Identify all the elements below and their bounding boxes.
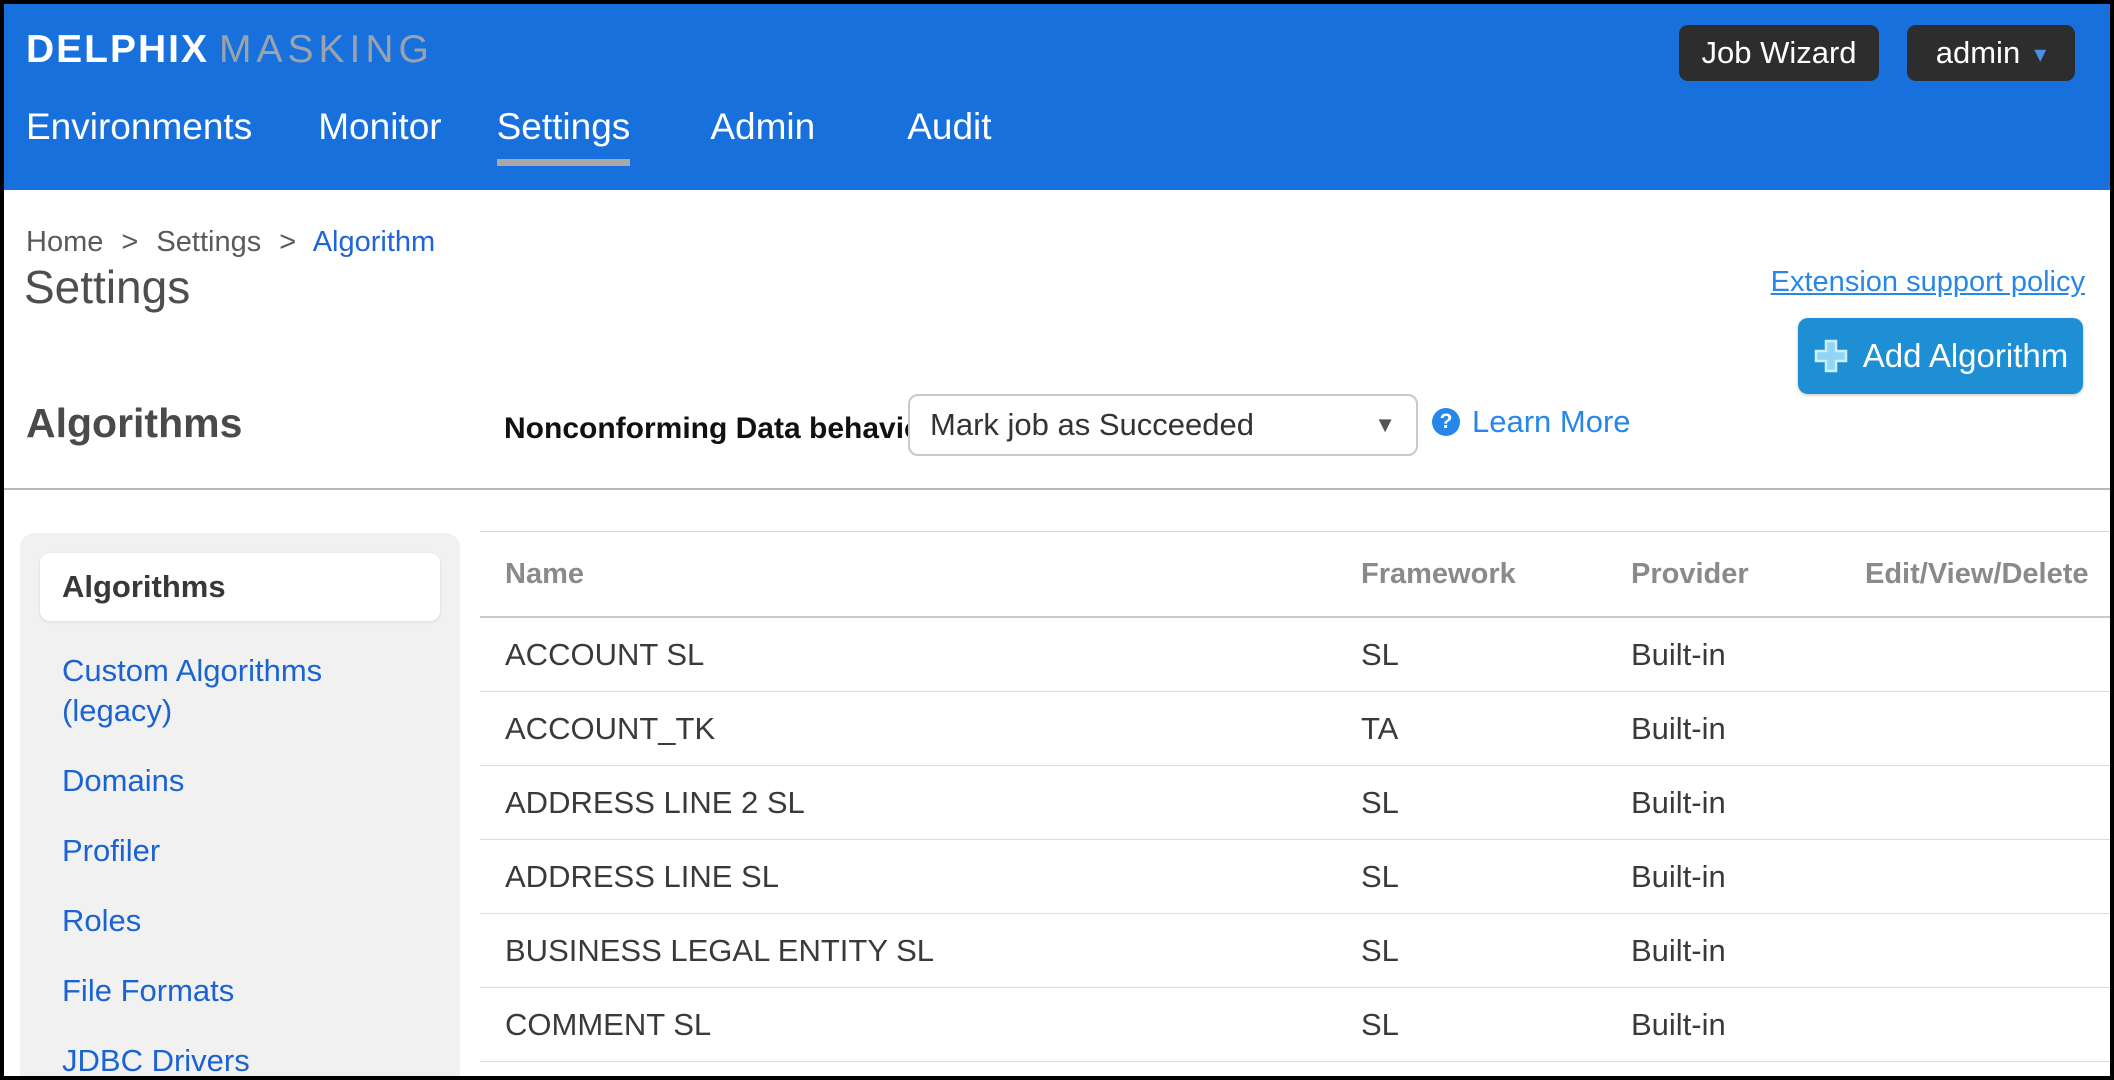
brand-logo: DELPHIXMASKING — [26, 28, 434, 72]
breadcrumb-current-algorithm[interactable]: Algorithm — [313, 226, 436, 258]
breadcrumb-home[interactable]: Home — [26, 226, 103, 258]
sidebar-links: Custom Algorithms (legacy) Domains Profi… — [40, 651, 440, 1080]
learn-more-link[interactable]: Learn More — [1472, 404, 1631, 440]
column-header-framework: Framework — [1361, 558, 1631, 591]
cell-framework: SL — [1361, 933, 1631, 969]
extension-support-policy-link[interactable]: Extension support policy — [1771, 266, 2085, 299]
sidebar-item-roles[interactable]: Roles — [62, 901, 440, 941]
cell-framework: SL — [1361, 637, 1631, 673]
cell-provider: Built-in — [1631, 859, 1865, 895]
cell-framework: TA — [1361, 711, 1631, 747]
user-menu-label: admin — [1936, 35, 2020, 71]
nav-item-audit[interactable]: Audit — [907, 106, 991, 166]
table-header-row: Name Framework Provider Edit/View/Delete — [480, 532, 2110, 618]
cell-name: BUSINESS LEGAL ENTITY SL — [480, 933, 1361, 969]
help-icon[interactable]: ? — [1432, 408, 1460, 436]
breadcrumb-separator: > — [279, 226, 296, 258]
cell-provider: Built-in — [1631, 1007, 1865, 1043]
sidebar-item-jdbc-drivers[interactable]: JDBC Drivers — [62, 1041, 440, 1080]
sidebar-item-custom-algorithms[interactable]: Custom Algorithms (legacy) — [62, 651, 440, 731]
nav-item-settings[interactable]: Settings — [497, 106, 631, 166]
cell-framework: SL — [1361, 785, 1631, 821]
section-divider — [4, 488, 2110, 490]
breadcrumb-separator: > — [121, 226, 138, 258]
table-row[interactable]: ACCOUNT SL SL Built-in — [480, 618, 2110, 692]
cell-name: ACCOUNT SL — [480, 637, 1361, 673]
add-algorithm-button[interactable]: Add Algorithm — [1798, 318, 2083, 394]
table-row[interactable]: ADDRESS LINE 2 SL SL Built-in — [480, 766, 2110, 840]
settings-sidebar: Algorithms Custom Algorithms (legacy) Do… — [20, 533, 460, 1076]
sidebar-item-domains[interactable]: Domains — [62, 761, 440, 801]
table-row[interactable]: COMMENT SL SL Built-in — [480, 988, 2110, 1062]
cell-name: ADDRESS LINE 2 SL — [480, 785, 1361, 821]
cell-provider: Built-in — [1631, 785, 1865, 821]
nonconforming-behavior-label: Nonconforming Data behavior — [504, 412, 934, 446]
nonconforming-behavior-select[interactable]: Mark job as Succeeded ▼ — [908, 394, 1418, 456]
cell-provider: Built-in — [1631, 637, 1865, 673]
brand-primary: DELPHIX — [26, 28, 209, 71]
algorithms-heading: Algorithms — [26, 400, 242, 447]
add-algorithm-label: Add Algorithm — [1863, 337, 2068, 375]
nonconforming-selected-value: Mark job as Succeeded — [930, 407, 1374, 443]
sidebar-item-profiler[interactable]: Profiler — [62, 831, 440, 871]
table-row[interactable]: ACCOUNT_TK TA Built-in — [480, 692, 2110, 766]
cell-provider: Built-in — [1631, 933, 1865, 969]
column-header-provider: Provider — [1631, 558, 1865, 591]
column-header-actions: Edit/View/Delete — [1865, 558, 2110, 591]
sidebar-item-algorithms[interactable]: Algorithms — [40, 553, 440, 621]
chevron-down-icon: ▾ — [2034, 43, 2046, 67]
nav-item-settings-label: Settings — [497, 106, 631, 147]
cell-name: COMMENT SL — [480, 1007, 1361, 1043]
column-header-name: Name — [480, 558, 1361, 591]
brand-secondary: MASKING — [219, 28, 434, 71]
cell-provider: Built-in — [1631, 711, 1865, 747]
breadcrumb: Home > Settings > Algorithm — [26, 226, 435, 259]
active-tab-underline — [497, 159, 631, 166]
top-header-bar: DELPHIXMASKING Environments Monitor Sett… — [4, 4, 2110, 190]
primary-navigation: Environments Monitor Settings Admin Audi… — [26, 106, 992, 166]
breadcrumb-settings[interactable]: Settings — [156, 226, 261, 258]
job-wizard-button[interactable]: Job Wizard — [1679, 25, 1879, 81]
cell-name: ADDRESS LINE SL — [480, 859, 1361, 895]
user-menu-button[interactable]: admin ▾ — [1907, 25, 2075, 81]
table-row[interactable]: BUSINESS LEGAL ENTITY SL SL Built-in — [480, 914, 2110, 988]
app-window: DELPHIXMASKING Environments Monitor Sett… — [0, 0, 2114, 1080]
algorithms-table: Name Framework Provider Edit/View/Delete… — [480, 531, 2110, 1062]
select-caret-icon: ▼ — [1374, 412, 1396, 438]
nav-item-monitor[interactable]: Monitor — [318, 106, 441, 166]
nav-item-admin[interactable]: Admin — [710, 106, 815, 166]
cell-framework: SL — [1361, 859, 1631, 895]
table-row[interactable]: ADDRESS LINE SL SL Built-in — [480, 840, 2110, 914]
cell-framework: SL — [1361, 1007, 1631, 1043]
plus-icon — [1813, 338, 1849, 374]
page-title: Settings — [24, 260, 190, 314]
nav-item-environments[interactable]: Environments — [26, 106, 252, 166]
sidebar-item-file-formats[interactable]: File Formats — [62, 971, 440, 1011]
cell-name: ACCOUNT_TK — [480, 711, 1361, 747]
